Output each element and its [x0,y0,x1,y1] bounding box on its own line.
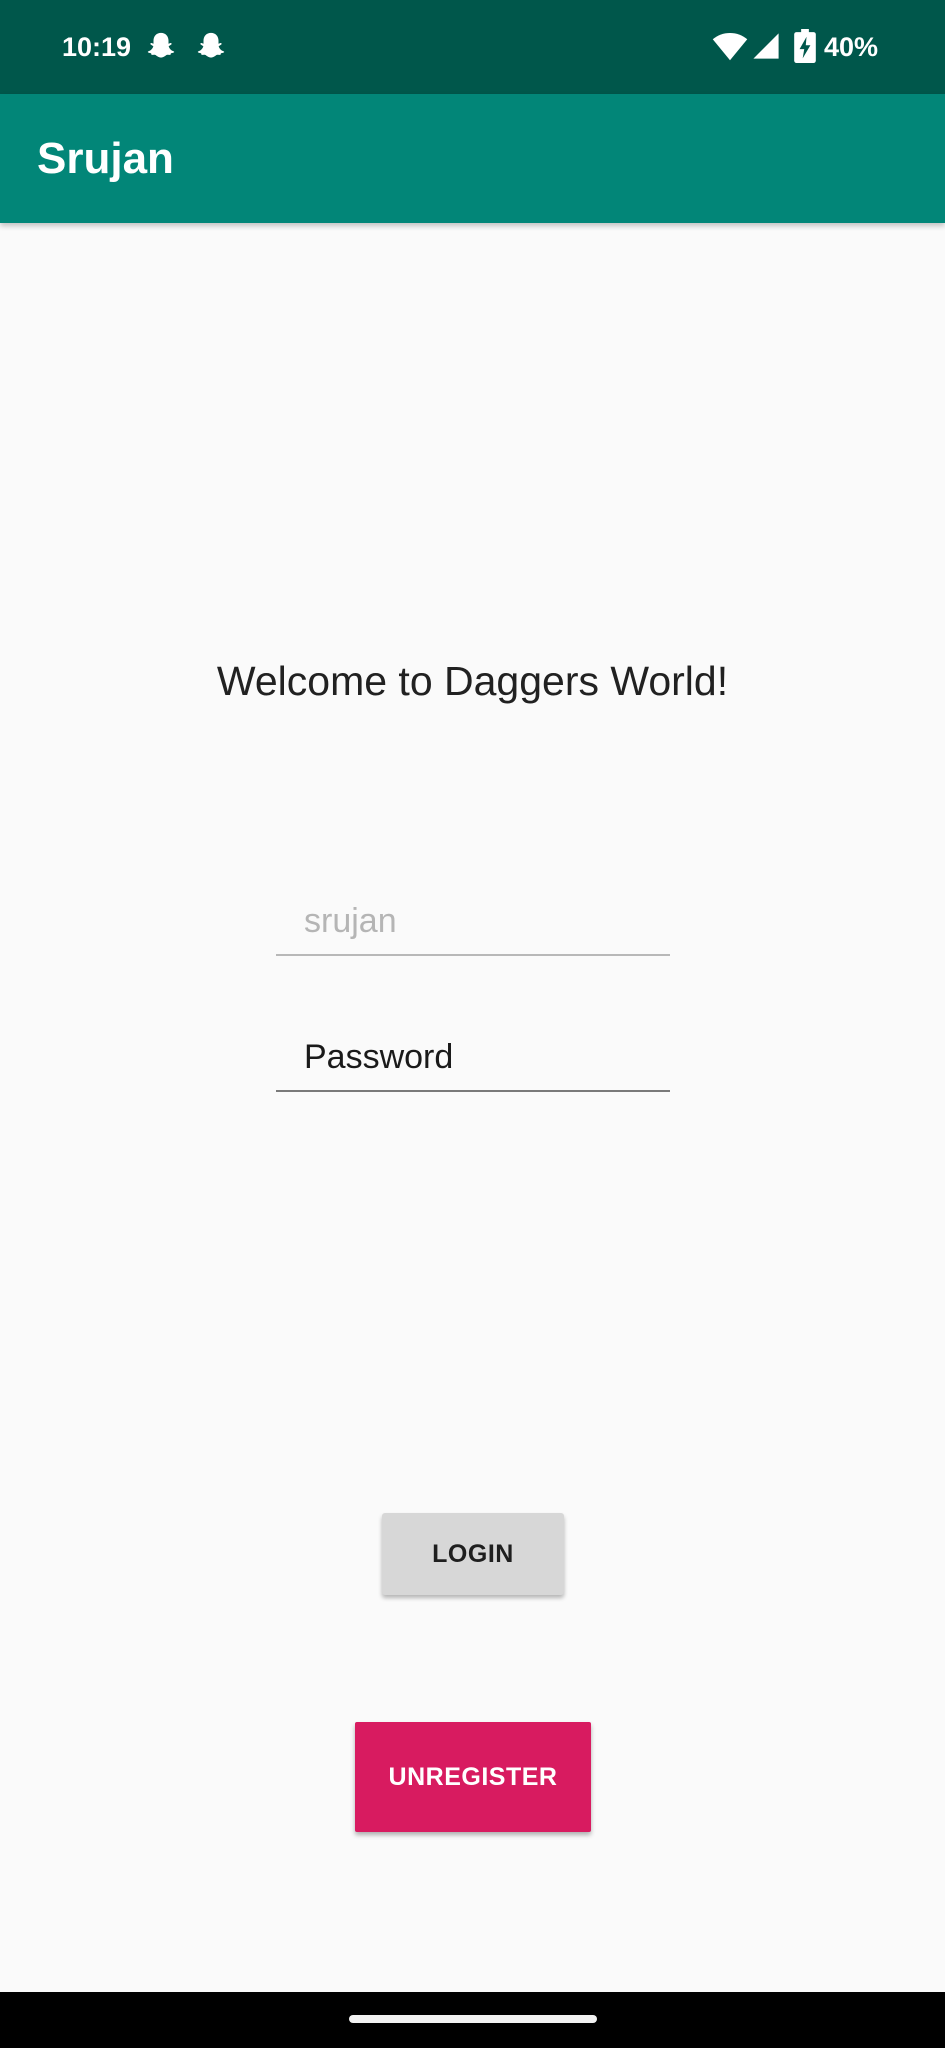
status-time: 10:19 [62,32,132,62]
snapchat-ghost-icon [147,32,175,58]
app-bar: Srujan [0,94,945,223]
navigation-bar [0,1992,945,2048]
app-title: Srujan [37,134,174,183]
welcome-heading: Welcome to Daggers World! [216,658,729,704]
password-field[interactable] [276,1024,670,1092]
wifi-icon [712,32,748,61]
username-field[interactable] [276,888,670,956]
cellular-signal-icon [753,33,779,59]
home-gesture-handle[interactable] [349,2015,597,2023]
battery-charging-icon [794,29,816,63]
unregister-button[interactable]: UNREGISTER [355,1722,591,1832]
login-button[interactable]: LOGIN [382,1513,564,1595]
status-bar: 10:19 40% [0,0,945,94]
snapchat-ghost-icon [197,32,225,58]
battery-percentage: 40% [824,32,879,62]
